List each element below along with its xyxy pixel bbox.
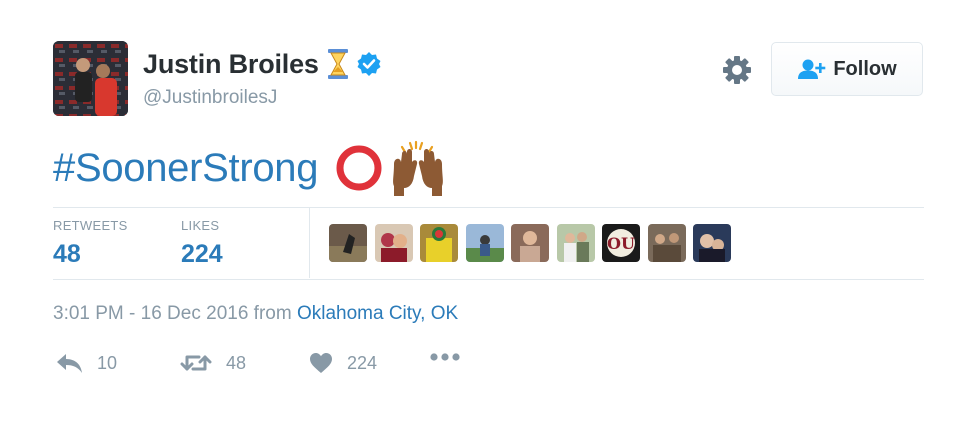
hourglass-emoji-icon: [327, 48, 349, 80]
tweet-meta: 3:01 PM - 16 Dec 2016 from Oklahoma City…: [53, 303, 458, 325]
follow-button-label: Follow: [833, 57, 897, 80]
like-action[interactable]: 224: [309, 352, 377, 374]
retweet-action[interactable]: 48: [180, 352, 246, 374]
user-handle[interactable]: @JustinbroilesJ: [143, 87, 277, 109]
liker-avatar[interactable]: [647, 224, 686, 262]
likes-count: 224: [181, 240, 223, 268]
hashtag-link[interactable]: #SoonerStrong: [53, 146, 318, 191]
likes-stat[interactable]: LIKES 224: [181, 218, 223, 269]
display-name[interactable]: Justin Broiles: [143, 49, 319, 80]
follow-button[interactable]: Follow: [771, 42, 923, 96]
raising-hands-emoji-icon: [390, 140, 446, 196]
reply-action[interactable]: 10: [56, 352, 117, 374]
more-options-icon: [429, 352, 461, 362]
like-count: 224: [347, 352, 378, 373]
from-text: from: [248, 303, 297, 324]
divider: [53, 207, 924, 208]
liker-avatar[interactable]: [511, 224, 549, 262]
retweets-count: 48: [53, 240, 81, 268]
heavy-large-circle-emoji-icon: [334, 143, 384, 193]
tweet-text: #SoonerStrong: [53, 140, 446, 196]
liker-avatar[interactable]: [556, 224, 595, 262]
timestamp[interactable]: 3:01 PM - 16 Dec 2016: [53, 303, 248, 324]
liker-avatar[interactable]: [374, 224, 413, 262]
profile-avatar[interactable]: [53, 41, 128, 116]
reply-icon: [56, 352, 83, 374]
divider: [53, 279, 924, 280]
heart-icon: [309, 352, 333, 374]
liker-avatar[interactable]: OU: [602, 224, 640, 262]
retweet-count: 48: [226, 352, 247, 373]
gear-icon[interactable]: [720, 53, 754, 87]
liker-avatar[interactable]: [693, 224, 731, 262]
retweet-icon: [180, 352, 212, 374]
reply-count: 10: [97, 352, 118, 373]
liker-avatar[interactable]: [465, 224, 504, 262]
more-action[interactable]: [429, 352, 461, 362]
liker-avatar[interactable]: [329, 224, 367, 262]
stats-separator: [309, 208, 310, 278]
likes-label: LIKES: [181, 218, 220, 233]
verified-badge-icon: [356, 51, 382, 77]
location-link[interactable]: Oklahoma City, OK: [297, 303, 458, 324]
retweets-stat[interactable]: RETWEETS 48: [53, 218, 128, 269]
liker-avatars: OU: [329, 224, 739, 262]
svg-text:OU: OU: [607, 234, 635, 253]
retweets-label: RETWEETS: [53, 218, 128, 233]
add-user-icon: [797, 58, 827, 80]
liker-avatar[interactable]: [420, 224, 458, 262]
